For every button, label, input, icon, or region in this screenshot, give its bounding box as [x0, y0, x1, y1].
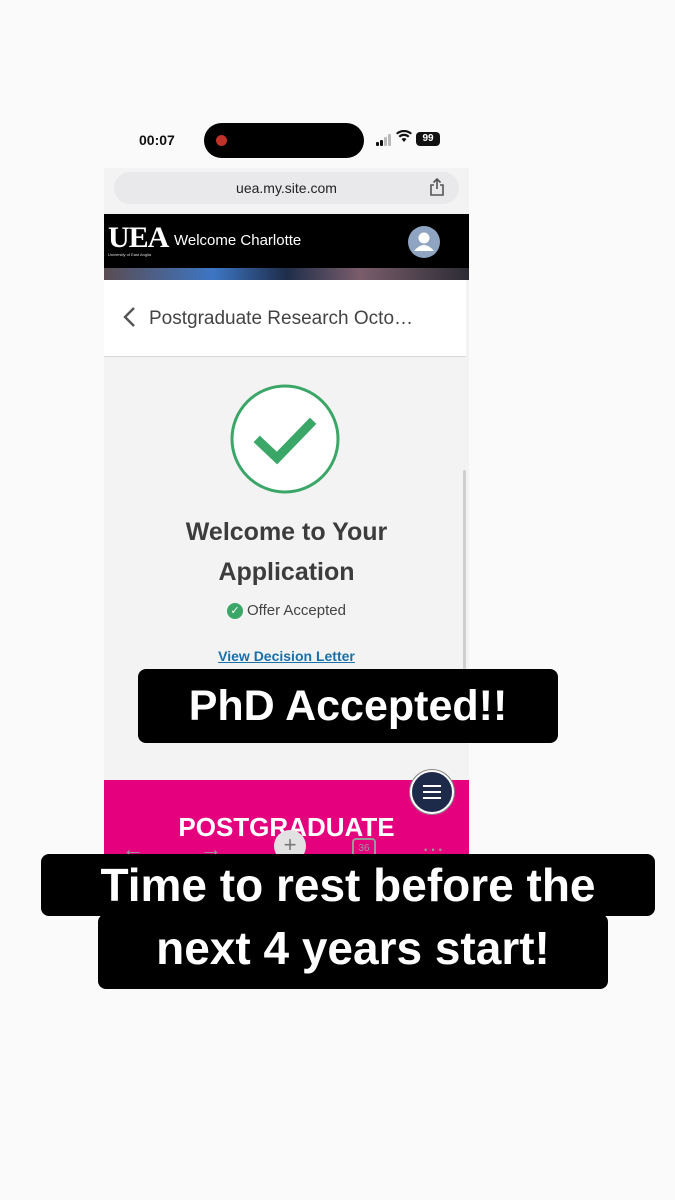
battery-indicator: 99: [416, 132, 440, 146]
welcome-text: Welcome Charlotte: [174, 232, 302, 249]
caption-rest-line2: next 4 years start!: [98, 914, 608, 989]
checkmark-circle-icon: [230, 384, 340, 494]
chevron-left-icon[interactable]: [122, 306, 138, 328]
header-banner-image: [104, 268, 469, 280]
phone-screen: 00:07 99 uea.my.site.com UEA University …: [104, 112, 469, 872]
view-decision-letter-link[interactable]: View Decision Letter: [104, 648, 469, 664]
wifi-icon: [396, 129, 412, 146]
breadcrumb-title[interactable]: Postgraduate Research Octo…: [149, 308, 413, 330]
breadcrumb: Postgraduate Research Octo…: [104, 280, 466, 357]
address-bar[interactable]: uea.my.site.com: [114, 172, 459, 204]
caption-rest-line1: Time to rest before the: [41, 854, 655, 916]
uea-logo[interactable]: UEA University of East Anglia: [108, 223, 169, 258]
avatar[interactable]: [408, 226, 440, 258]
site-header: UEA University of East Anglia Welcome Ch…: [104, 214, 469, 268]
status-time: 00:07: [139, 132, 175, 148]
status-bar: 00:07 99 uea.my.site.com: [104, 112, 469, 204]
status-badge: ✓ Offer Accepted: [104, 602, 469, 620]
dynamic-island: [204, 123, 364, 158]
share-icon[interactable]: [429, 178, 445, 196]
menu-button[interactable]: [410, 770, 454, 814]
page-title: Welcome to Your Application: [185, 518, 388, 586]
user-icon: [414, 232, 434, 251]
caption-phd-accepted: PhD Accepted!!: [138, 669, 558, 743]
signal-icon: [376, 134, 394, 146]
check-icon: ✓: [227, 603, 244, 620]
recording-dot-icon: [216, 135, 227, 146]
url-text: uea.my.site.com: [236, 180, 337, 196]
